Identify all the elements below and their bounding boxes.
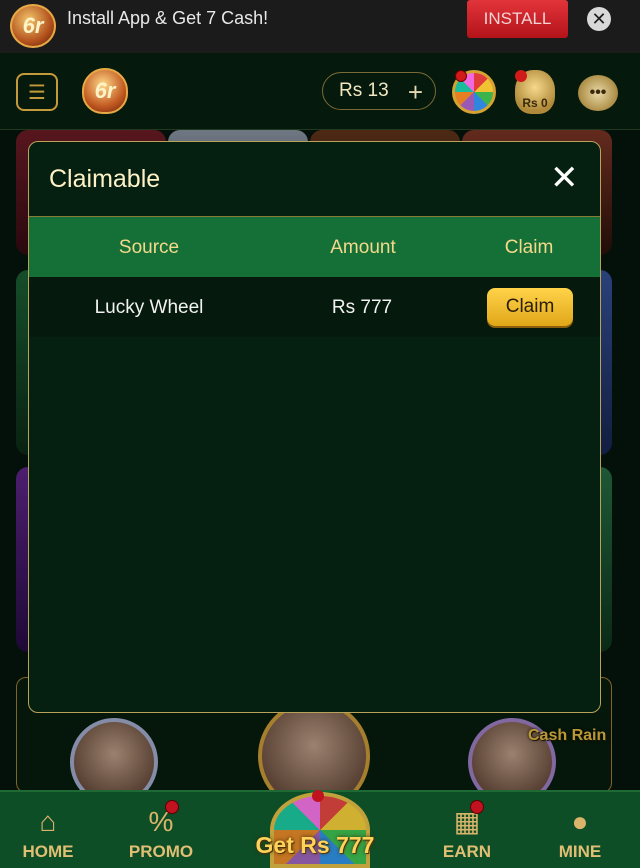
claim-button[interactable]: Claim bbox=[487, 288, 573, 326]
balance-amount: Rs 13 bbox=[339, 80, 389, 101]
nav-earn[interactable]: ▦ EARN bbox=[417, 792, 517, 868]
app-page: 6r Install App & Get 7 Cash! INSTALL ✕ ☰… bbox=[0, 0, 640, 868]
notification-dot bbox=[470, 800, 484, 814]
modal-title: Claimable bbox=[49, 165, 161, 193]
table-row: Lucky Wheel Rs 777 Claim bbox=[29, 277, 600, 337]
notification-dot bbox=[165, 800, 179, 814]
nav-earn-label: EARN bbox=[442, 842, 492, 861]
install-banner-close-icon[interactable]: ✕ bbox=[587, 7, 611, 31]
support-chat-icon[interactable]: ••• bbox=[578, 75, 618, 111]
menu-icon[interactable]: ☰ bbox=[16, 73, 58, 111]
claim-table-header: Source Amount Claim bbox=[29, 217, 600, 277]
notification-dot bbox=[515, 70, 527, 82]
site-logo[interactable]: 6r bbox=[82, 68, 128, 114]
column-header-claim: Claim bbox=[504, 237, 554, 258]
close-icon[interactable]: ✕ bbox=[550, 161, 579, 195]
column-header-source: Source bbox=[118, 237, 180, 258]
nav-promo-label: PROMO bbox=[128, 842, 194, 861]
nav-mine[interactable]: ● MINE bbox=[530, 792, 630, 868]
install-button[interactable]: INSTALL bbox=[467, 0, 568, 38]
column-header-amount: Amount bbox=[330, 237, 396, 258]
notification-dot bbox=[312, 790, 324, 802]
top-header: ☰ 6r Rs 13 + Rs 0 ••• bbox=[0, 53, 640, 130]
modal-header: Claimable ✕ bbox=[29, 142, 600, 217]
claimable-modal: Claimable ✕ Source Amount Claim Lucky Wh… bbox=[28, 141, 601, 713]
nav-home-label: HOME bbox=[22, 842, 74, 861]
add-funds-icon[interactable]: + bbox=[408, 77, 423, 108]
row-amount: Rs 777 bbox=[331, 297, 393, 318]
home-icon: ⌂ bbox=[39, 806, 57, 837]
balance-display[interactable]: Rs 13 + bbox=[322, 72, 436, 110]
nav-mine-label: MINE bbox=[558, 842, 602, 861]
get-reward-button[interactable]: Get Rs 777 bbox=[250, 832, 380, 859]
install-banner-text: Install App & Get 7 Cash! bbox=[67, 8, 269, 28]
install-app-logo: 6r bbox=[10, 4, 56, 48]
user-icon: ● bbox=[571, 806, 589, 837]
notification-dot bbox=[455, 70, 467, 82]
row-source: Lucky Wheel bbox=[94, 297, 204, 318]
install-banner: 6r Install App & Get 7 Cash! INSTALL ✕ bbox=[0, 0, 640, 53]
nav-home[interactable]: ⌂ HOME bbox=[0, 792, 98, 868]
nav-promo[interactable]: % PROMO bbox=[111, 792, 211, 868]
